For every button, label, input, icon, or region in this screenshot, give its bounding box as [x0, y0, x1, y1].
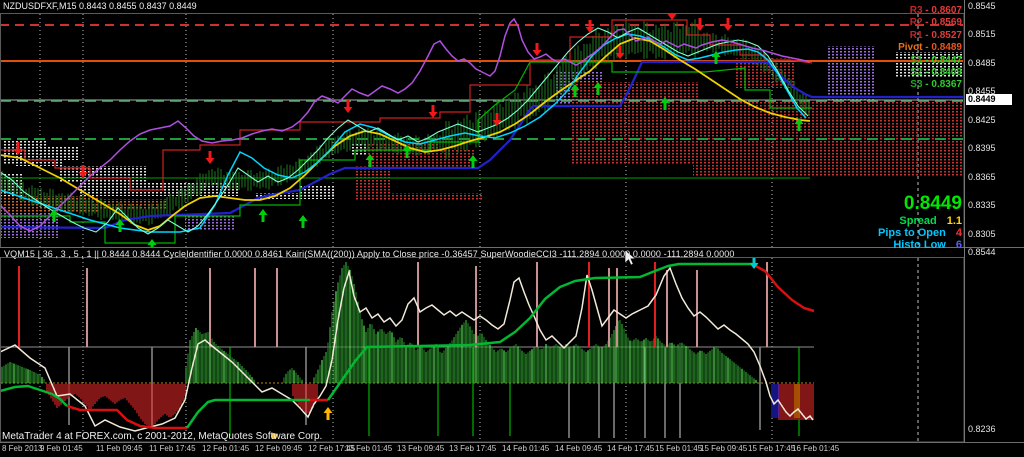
- violet-cloud: [185, 216, 235, 230]
- red-cloud: [570, 82, 700, 164]
- price-axis-label: 0.8485: [968, 58, 996, 68]
- price-axis-label: 0.8305: [968, 229, 996, 239]
- time-axis-separator: [0, 442, 1024, 443]
- time-axis-label: 12 Feb 01:45: [202, 444, 249, 453]
- time-axis-label: 8 Feb 2013: [2, 444, 42, 453]
- signal-line: [752, 264, 814, 311]
- sub-axis-max-label: 0.8544: [968, 247, 996, 257]
- quote-row-histo-low: Histo Low6: [790, 239, 962, 251]
- price-axis-label: 0.8395: [968, 143, 996, 153]
- pivot-label-s1: S1 - 0.8447: [850, 55, 962, 66]
- time-axis-label: 14 Feb 09:45: [555, 444, 602, 453]
- status-bar: MetaTrader 4 at FOREX.com, c 2001-2012, …: [2, 431, 322, 442]
- buy-arrow: [259, 209, 268, 222]
- time-axis-label: 14 Feb 17:45: [607, 444, 654, 453]
- time-axis[interactable]: 8 Feb 20139 Feb 01:45 11 Feb 09:45 11 Feb …: [0, 444, 1024, 457]
- price-axis-separator: [964, 0, 965, 442]
- pivot-label-r3: R3 - 0.8607: [850, 5, 962, 16]
- time-axis-label: 15 Feb 09:45: [700, 444, 747, 453]
- sell-arrow: [533, 43, 542, 56]
- sell-arrow: [429, 105, 438, 118]
- time-axis-label: 13 Feb 09:45: [397, 444, 444, 453]
- price-axis-label: 0.8515: [968, 29, 996, 39]
- mt4-window: NZDUSDFXF,M15 0.8443 0.8455 0.8437 0.844…: [0, 0, 1024, 457]
- time-axis-label: 9 Feb 01:45: [40, 444, 83, 453]
- red-cloud: [355, 166, 391, 200]
- price-axis-label: 0.8545: [968, 1, 996, 11]
- buy-arrow: [324, 407, 333, 420]
- time-axis-label: 11 Feb 17:45: [149, 444, 196, 453]
- quote-panel: 0.8449 Spread1.1Pips to Open4Histo Low6: [790, 193, 962, 251]
- price-axis-label: 0.8425: [968, 115, 996, 125]
- price-axis-label: 0.8335: [968, 200, 996, 210]
- time-axis-label: 15 Feb 01:45: [655, 444, 702, 453]
- signal-line: [187, 400, 310, 428]
- pivot-label-r1: R1 - 0.8527: [850, 30, 962, 41]
- buy-arrow: [299, 215, 308, 228]
- pivot-label-r2: R2 - 0.8569: [850, 17, 962, 28]
- quote-row-pips-to-open: Pips to Open4: [790, 227, 962, 239]
- indicator-header: VQM15 | 36 , 3 , 5 , 1 || 0.8444 0.8444 …: [4, 249, 734, 259]
- sub-axis-min-label: 0.8236: [968, 424, 996, 434]
- red-cloud: [390, 193, 484, 200]
- time-axis-label: 13 Feb 01:45: [345, 444, 392, 453]
- sell-arrow: [206, 151, 215, 164]
- sub-pane[interactable]: [0, 256, 918, 442]
- current-price-label: 0.8449: [790, 193, 962, 215]
- time-axis-label: 14 Feb 01:45: [502, 444, 549, 453]
- time-axis-label: 12 Feb 09:45: [255, 444, 302, 453]
- time-axis-label: 13 Feb 17:45: [449, 444, 496, 453]
- quote-row-spread: Spread1.1: [790, 215, 962, 227]
- price-axis-label: 0.8365: [968, 172, 996, 182]
- time-axis-label: 16 Feb 01:45: [792, 444, 839, 453]
- pivot-label-s3: S3 - 0.8367: [850, 79, 962, 90]
- pivot-label-pivot: Pivot - 0.8489: [850, 42, 962, 53]
- white-cloud: [44, 147, 80, 160]
- pivot-label-s2: S2 - 0.8409: [850, 67, 962, 78]
- current-price-box: 0.8449: [966, 94, 1012, 105]
- time-axis-label: 15 Feb 17:45: [748, 444, 795, 453]
- time-axis-label: 11 Feb 09:45: [96, 444, 143, 453]
